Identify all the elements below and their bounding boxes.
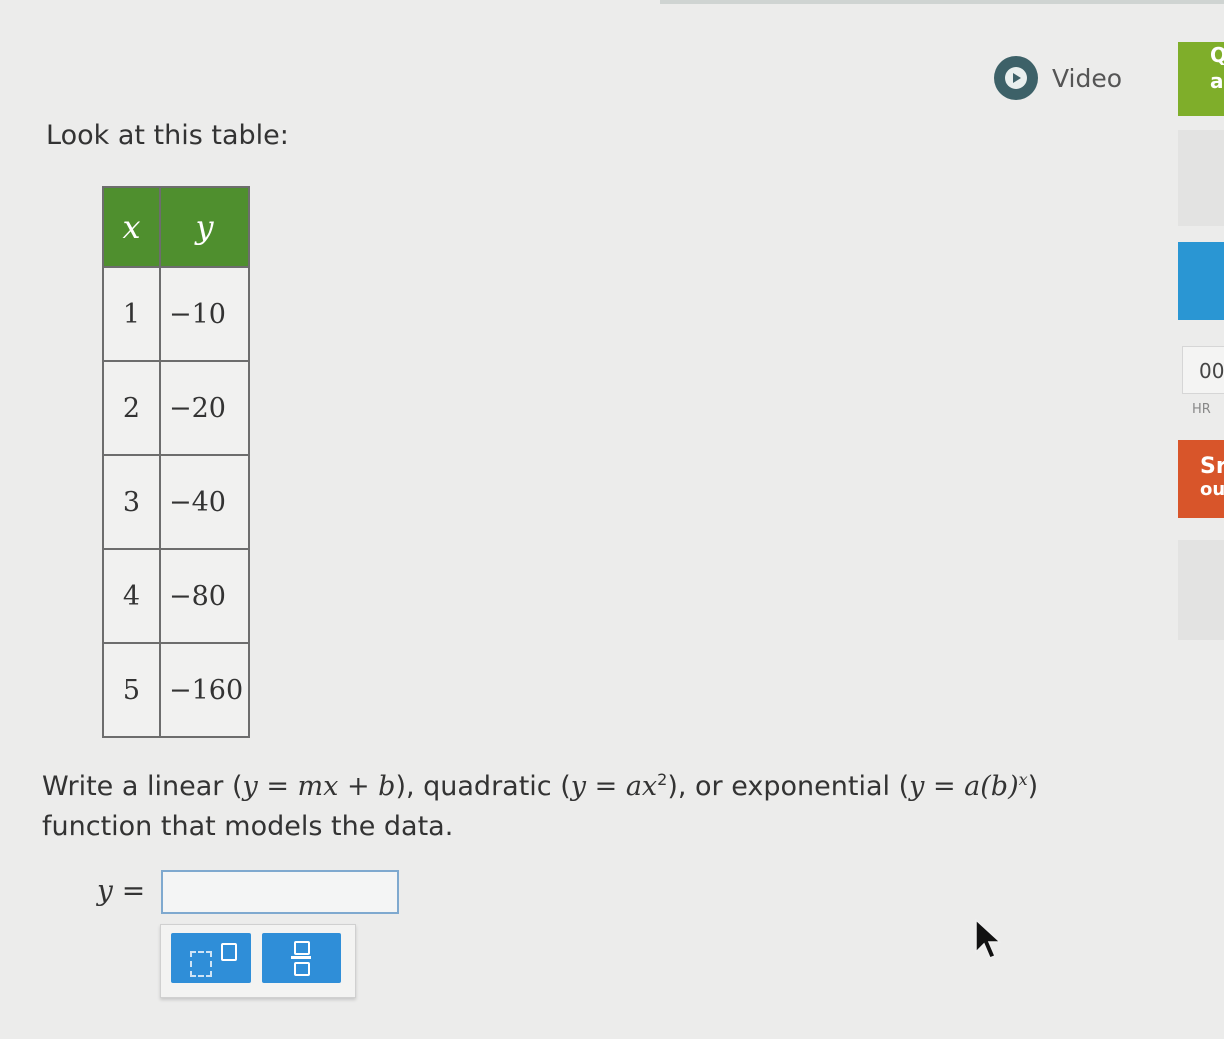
timer-unit: HR <box>1192 402 1211 417</box>
table-row: 5 −160 <box>102 642 250 738</box>
sidebar-blue-panel[interactable] <box>1178 242 1224 320</box>
timer-value: 00 <box>1182 346 1224 394</box>
linear-equation: y = mx + b <box>242 771 396 802</box>
column-header-x: x <box>102 186 161 268</box>
quadratic-exponent: 2 <box>657 770 668 789</box>
table-cell-x: 2 <box>102 360 161 456</box>
table-row: 3 −40 <box>102 454 250 550</box>
table-cell-y: −10 <box>159 266 250 362</box>
top-divider <box>660 0 1224 4</box>
video-label: Video <box>1052 63 1123 93</box>
table-header-row: x y <box>102 186 250 268</box>
instruction-part: ), quadratic ( <box>395 771 571 802</box>
sidebar-green-text: Q <box>1210 43 1224 67</box>
sidebar-orange-text: ou <box>1200 479 1224 500</box>
play-circle-icon <box>994 56 1038 100</box>
exponent-button[interactable] <box>171 933 251 983</box>
quadratic-equation: y = ax <box>570 771 658 802</box>
table-cell-y: −80 <box>159 548 250 644</box>
table-row: 1 −10 <box>102 266 250 362</box>
math-keypad <box>160 924 356 998</box>
table-cell-x: 1 <box>102 266 161 362</box>
exponential-exponent: x <box>1018 770 1028 789</box>
data-table: x y 1 −10 2 −20 3 −40 4 −80 5 −160 <box>102 186 250 738</box>
answer-input[interactable] <box>161 870 399 914</box>
column-header-y: y <box>159 186 250 268</box>
table-cell-y: −160 <box>159 642 250 738</box>
table-cell-y: −20 <box>159 360 250 456</box>
sidebar-green-text: a <box>1210 69 1224 93</box>
answer-label: y = <box>97 874 146 907</box>
sidebar-orange-panel[interactable]: Sr ou <box>1178 440 1224 518</box>
sidebar-grey-panel <box>1178 130 1224 226</box>
table-cell-x: 3 <box>102 454 161 550</box>
instruction-part: ) <box>1027 771 1039 802</box>
instruction-part: ), or exponential ( <box>667 771 910 802</box>
instruction-line-2: function that models the data. <box>42 811 454 842</box>
table-cell-x: 5 <box>102 642 161 738</box>
fraction-button[interactable] <box>262 933 341 983</box>
sidebar-bottom-panel <box>1178 540 1224 640</box>
table-cell-x: 4 <box>102 548 161 644</box>
instruction-part: Write a linear ( <box>42 771 243 802</box>
exponential-equation: y = a(b) <box>909 771 1019 802</box>
table-row: 2 −20 <box>102 360 250 456</box>
sidebar-orange-text: Sr <box>1200 454 1224 479</box>
table-row: 4 −80 <box>102 548 250 644</box>
mouse-cursor-icon <box>975 918 1002 959</box>
table-cell-y: −40 <box>159 454 250 550</box>
sidebar-green-panel[interactable]: Q a <box>1178 42 1224 116</box>
instruction-text: Write a linear (y = mx + b), quadratic (… <box>42 760 1192 847</box>
question-prompt: Look at this table: <box>46 120 289 151</box>
video-button[interactable]: Video <box>994 56 1122 100</box>
